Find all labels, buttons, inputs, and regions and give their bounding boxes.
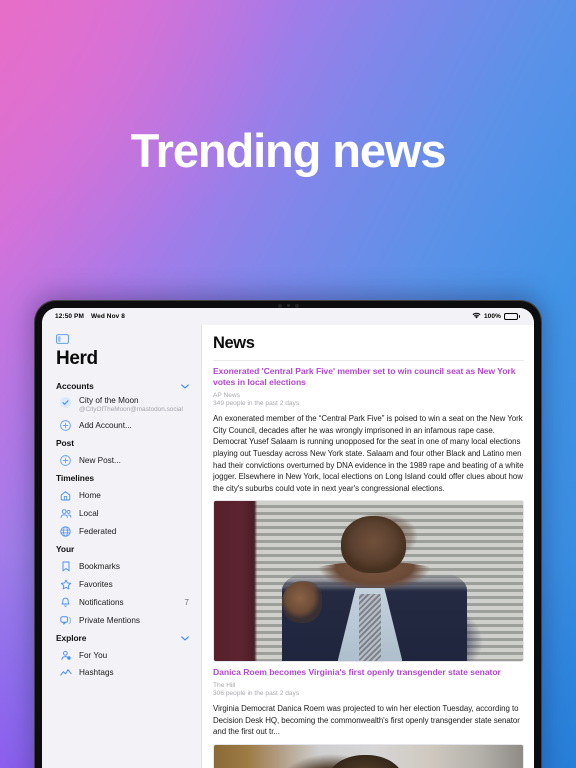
section-label: Timelines bbox=[56, 473, 95, 484]
bell-icon bbox=[59, 597, 72, 608]
article-headline[interactable]: Exonerated 'Central Park Five' member se… bbox=[213, 366, 524, 389]
house-icon bbox=[59, 490, 72, 501]
section-label: Your bbox=[56, 544, 75, 555]
status-time: 12:50 PM bbox=[55, 313, 84, 320]
sidebar-item-label: Home bbox=[79, 490, 101, 500]
sidebar-item-label: Bookmarks bbox=[79, 561, 120, 571]
sidebar-item-city-of-the-moon[interactable]: City of the Moon @CityOfTheMoon@mastodon… bbox=[42, 394, 201, 416]
article-source: The Hill bbox=[213, 681, 236, 689]
plus-circle-icon bbox=[59, 455, 72, 466]
globe-icon bbox=[59, 526, 72, 537]
sidebar-item-federated[interactable]: Federated bbox=[42, 522, 201, 540]
status-bar-right: 100% bbox=[472, 312, 520, 321]
sidebar-item-favorites[interactable]: Favorites bbox=[42, 575, 201, 593]
article-meta: 349 people in the past 2 days bbox=[213, 400, 300, 408]
sidebar-item-label: Federated bbox=[79, 526, 117, 536]
article-image[interactable] bbox=[213, 744, 524, 768]
hero-title: Trending news bbox=[130, 123, 447, 177]
article-image[interactable] bbox=[213, 500, 524, 663]
camera-dot bbox=[277, 303, 282, 308]
section-label: Explore bbox=[56, 633, 87, 644]
article-headline[interactable]: Danica Roem becomes Virginia's first ope… bbox=[213, 667, 524, 678]
sidebar-item-label: New Post... bbox=[79, 455, 121, 465]
sidebar-item-new-post[interactable]: New Post... bbox=[42, 451, 201, 469]
sidebar-item-label: For You bbox=[79, 650, 108, 660]
account-name: City of the Moon bbox=[79, 396, 139, 405]
section-label: Post bbox=[56, 438, 74, 449]
people-icon bbox=[59, 508, 72, 519]
plus-circle-icon bbox=[59, 420, 72, 431]
hero-banner: Trending news bbox=[0, 0, 576, 300]
chevron-down-icon[interactable] bbox=[181, 633, 189, 643]
sidebar-item-label: Hashtags bbox=[79, 668, 114, 678]
sidebar-item-bookmarks[interactable]: Bookmarks bbox=[42, 557, 201, 575]
sidebar-section-explore[interactable]: Explore bbox=[42, 629, 201, 646]
content-pane: News Exonerated 'Central Park Five' memb… bbox=[202, 325, 534, 768]
sidebar-item-label: Local bbox=[79, 508, 99, 518]
star-icon bbox=[59, 579, 72, 590]
page-title: News bbox=[213, 334, 255, 352]
battery-percent-label: 100% bbox=[483, 313, 501, 320]
sidebar-item-hashtags[interactable]: Hashtags bbox=[42, 664, 201, 681]
sidebar-section-post: Post bbox=[42, 434, 201, 451]
sidebar-toggle-icon[interactable] bbox=[42, 331, 201, 346]
message-bubbles-icon bbox=[59, 615, 72, 626]
notifications-badge: 7 bbox=[184, 597, 189, 607]
sidebar-item-label: Notifications bbox=[79, 597, 124, 607]
checkmark-circle-icon bbox=[59, 397, 72, 408]
sidebar-section-accounts[interactable]: Accounts bbox=[42, 377, 201, 394]
account-handle: @CityOfTheMoon@mastodon.social bbox=[79, 406, 183, 414]
wifi-icon bbox=[472, 312, 481, 321]
sidebar-item-private-mentions[interactable]: Private Mentions bbox=[42, 611, 201, 629]
chevron-down-icon[interactable] bbox=[181, 381, 189, 391]
sidebar: Herd Accounts City of the Moon @CityOfTh… bbox=[42, 325, 202, 768]
status-bar-left: 12:50 PM Wed Nov 8 bbox=[55, 313, 125, 320]
device-camera-array bbox=[34, 302, 542, 309]
sidebar-section-your: Your bbox=[42, 540, 201, 557]
person-badge-icon bbox=[59, 650, 72, 661]
tablet-device-frame: 12:50 PM Wed Nov 8 100% Herd Accounts Ci… bbox=[34, 300, 542, 768]
article-source: AP News bbox=[213, 391, 240, 399]
sidebar-item-home[interactable]: Home bbox=[42, 486, 201, 504]
camera-dot bbox=[286, 304, 290, 307]
camera-dot bbox=[294, 303, 299, 308]
app-title: Herd bbox=[56, 348, 98, 369]
sidebar-item-local[interactable]: Local bbox=[42, 504, 201, 522]
article-body: Virginia Democrat Danica Roem was projec… bbox=[213, 704, 520, 737]
article-body: An exonerated member of the “Central Par… bbox=[213, 414, 524, 493]
sidebar-item-label: Favorites bbox=[79, 579, 113, 589]
news-article-card[interactable]: Exonerated 'Central Park Five' member se… bbox=[213, 361, 524, 663]
tablet-screen: 12:50 PM Wed Nov 8 100% Herd Accounts Ci… bbox=[42, 308, 534, 768]
sidebar-item-for-you[interactable]: For You bbox=[42, 646, 201, 664]
sidebar-item-label: Private Mentions bbox=[79, 615, 140, 625]
sidebar-item-notifications[interactable]: Notifications 7 bbox=[42, 593, 201, 611]
trend-line-icon bbox=[59, 668, 72, 678]
article-meta: 306 people in the past 2 days bbox=[213, 690, 300, 698]
sidebar-item-add-account[interactable]: Add Account... bbox=[42, 416, 201, 434]
bookmark-icon bbox=[59, 561, 72, 572]
section-label: Accounts bbox=[56, 381, 94, 391]
ios-status-bar: 12:50 PM Wed Nov 8 100% bbox=[42, 308, 534, 325]
app-root: Herd Accounts City of the Moon @CityOfTh… bbox=[42, 325, 534, 768]
battery-icon bbox=[504, 313, 520, 320]
sidebar-section-timelines: Timelines bbox=[42, 469, 201, 486]
news-article-card[interactable]: Danica Roem becomes Virginia's first ope… bbox=[213, 662, 524, 768]
status-date: Wed Nov 8 bbox=[90, 313, 125, 320]
sidebar-item-label: Add Account... bbox=[79, 420, 132, 430]
account-text-block: City of the Moon @CityOfTheMoon@mastodon… bbox=[79, 396, 183, 414]
